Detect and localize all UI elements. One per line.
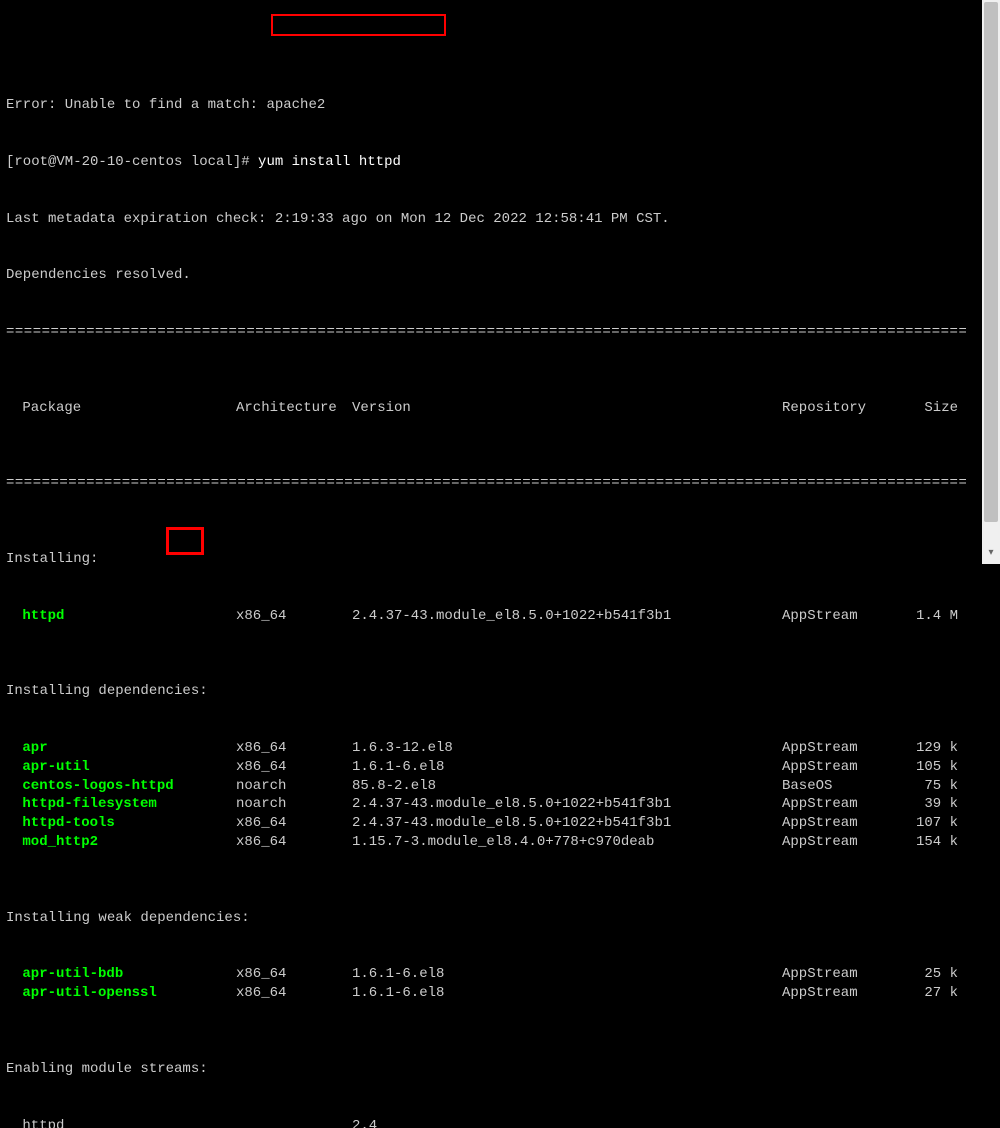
package-version: 1.6.1-6.el8 [352,758,782,777]
table-row: apr-utilx86_641.6.1-6.el8AppStream105 k [6,758,994,777]
scrollbar[interactable]: ▾ [982,0,1000,564]
package-size: 27 k [904,984,958,1003]
table-row: mod_http2x86_641.15.7-3.module_el8.4.0+7… [6,833,994,852]
installing-label: Installing: [6,550,994,569]
package-version: 2.4.37-43.module_el8.5.0+1022+b541f3b1 [352,607,782,626]
package-name: apr [6,739,236,758]
package-name: httpd [6,1117,236,1128]
prompt-line: [root@VM-20-10-centos local]# yum instal… [6,153,994,172]
table-row: aprx86_641.6.3-12.el8AppStream129 k [6,739,994,758]
enabling-streams-label: Enabling module streams: [6,1060,994,1079]
scrollbar-thumb[interactable] [984,2,998,522]
package-size: 75 k [904,777,958,796]
table-row: httpd-toolsx86_642.4.37-43.module_el8.5.… [6,814,994,833]
highlight-command-box [271,14,446,36]
package-name: centos-logos-httpd [6,777,236,796]
package-version: 85.8-2.el8 [352,777,782,796]
table-row: centos-logos-httpdnoarch85.8-2.el8BaseOS… [6,777,994,796]
table-row: httpd-filesystemnoarch2.4.37-43.module_e… [6,795,994,814]
package-size: 105 k [904,758,958,777]
package-repo: BaseOS [782,777,904,796]
package-arch: x86_64 [236,984,352,1003]
package-arch: x86_64 [236,814,352,833]
terminal-output[interactable]: Error: Unable to find a match: apache2 [… [6,2,994,1128]
package-arch: noarch [236,777,352,796]
package-name: httpd-filesystem [6,795,236,814]
command-text: yum install httpd [258,154,401,170]
package-version: 2.4.37-43.module_el8.5.0+1022+b541f3b1 [352,795,782,814]
table-row: httpdx86_642.4.37-43.module_el8.5.0+1022… [6,607,994,626]
package-size: 129 k [904,739,958,758]
package-size: 154 k [904,833,958,852]
package-name: httpd [6,607,236,626]
package-arch: x86_64 [236,833,352,852]
package-name: apr-util [6,758,236,777]
package-arch: x86_64 [236,739,352,758]
package-name: mod_http2 [6,833,236,852]
installing-weak-label: Installing weak dependencies: [6,909,994,928]
header-arch: Architecture [236,399,352,418]
package-repo: AppStream [782,814,904,833]
package-version: 1.6.1-6.el8 [352,965,782,984]
scrollbar-down-icon[interactable]: ▾ [982,546,1000,562]
package-size: 25 k [904,965,958,984]
package-name: apr-util-openssl [6,984,236,1003]
metadata-line: Last metadata expiration check: 2:19:33 … [6,210,994,229]
package-size: 107 k [904,814,958,833]
header-package: Package [6,399,236,418]
table-row: apr-util-bdbx86_641.6.1-6.el8AppStream25… [6,965,994,984]
package-name: httpd-tools [6,814,236,833]
installing-deps-label: Installing dependencies: [6,682,994,701]
table-row: httpd 2.4 [6,1117,994,1128]
header-version: Version [352,399,782,418]
package-repo: AppStream [782,965,904,984]
package-repo: AppStream [782,795,904,814]
deps-resolved-line: Dependencies resolved. [6,266,994,285]
package-version: 1.6.3-12.el8 [352,739,782,758]
package-size: 1.4 M [904,607,958,626]
package-version: 1.6.1-6.el8 [352,984,782,1003]
package-repo: AppStream [782,984,904,1003]
error-line: Error: Unable to find a match: apache2 [6,96,994,115]
package-repo: AppStream [782,833,904,852]
package-arch: x86_64 [236,607,352,626]
table-header-row: Package Architecture Version Repository … [6,399,994,418]
separator-line: ========================================… [6,323,966,342]
table-row: apr-util-opensslx86_641.6.1-6.el8AppStre… [6,984,994,1003]
separator-line: ========================================… [6,474,966,493]
package-repo: AppStream [782,758,904,777]
package-name: apr-util-bdb [6,965,236,984]
package-arch: x86_64 [236,965,352,984]
package-arch: noarch [236,795,352,814]
package-arch: x86_64 [236,758,352,777]
package-version: 2.4.37-43.module_el8.5.0+1022+b541f3b1 [352,814,782,833]
package-size: 39 k [904,795,958,814]
header-size: Size [904,399,958,418]
package-repo: AppStream [782,739,904,758]
stream-version: 2.4 [352,1117,782,1128]
package-repo: AppStream [782,607,904,626]
package-version: 1.15.7-3.module_el8.4.0+778+c970deab [352,833,782,852]
header-repo: Repository [782,399,904,418]
